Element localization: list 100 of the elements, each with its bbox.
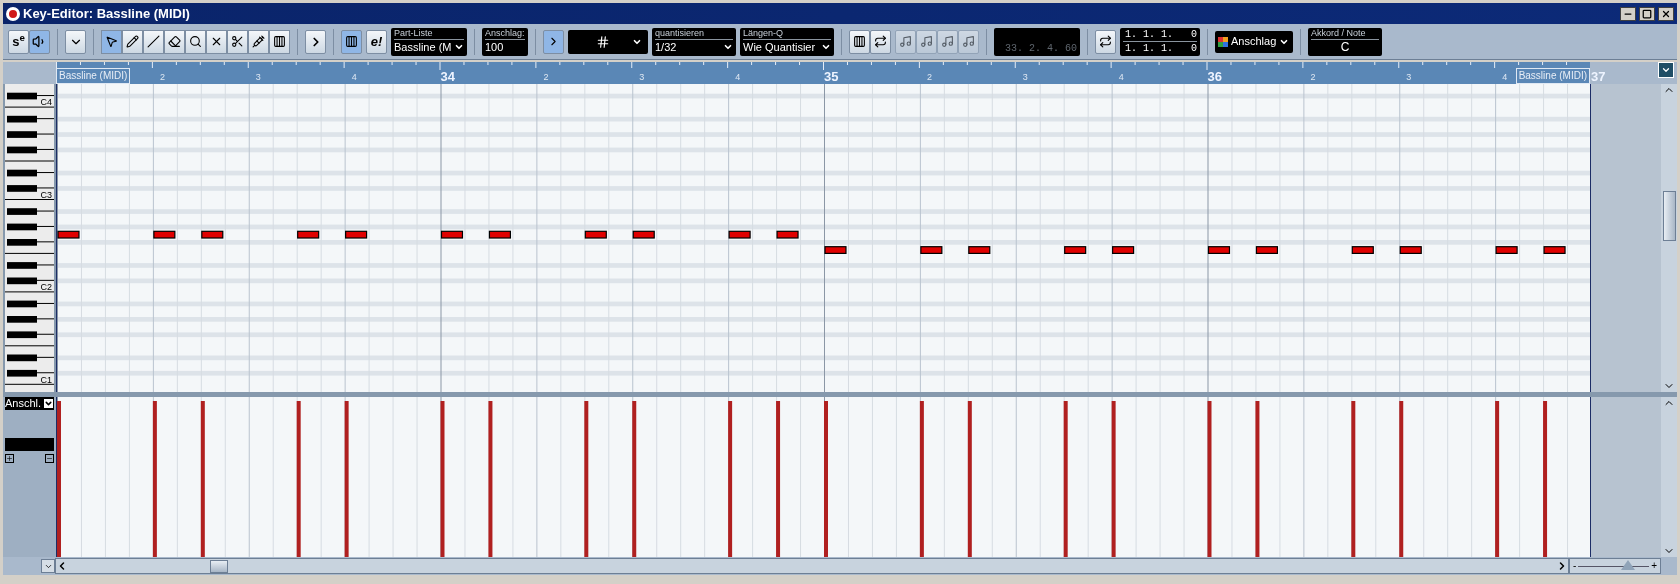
loop-button[interactable] (1095, 29, 1116, 54)
midi-note[interactable] (1207, 246, 1231, 254)
tool-button[interactable] (101, 29, 122, 54)
edit-button[interactable]: e! (366, 29, 387, 54)
ruler-menu-button[interactable] (1658, 62, 1674, 78)
velocity-bar[interactable] (1543, 401, 1548, 557)
midi-note[interactable] (968, 246, 991, 254)
field-value: 100 (485, 39, 504, 55)
color-dropdown[interactable]: Anschlag (1215, 30, 1293, 53)
window-title: Key-Editor: Bassline (MIDI) (23, 4, 190, 23)
tool-button[interactable] (185, 29, 206, 54)
length-quantize-dropdown[interactable]: Längen-Q Wie Quantisier (740, 27, 834, 56)
midi-note[interactable] (1351, 246, 1374, 254)
maximize-icon (1642, 8, 1652, 19)
midi-note[interactable] (488, 230, 511, 239)
maximize-button[interactable] (1639, 6, 1655, 21)
velocity-bar[interactable] (1207, 401, 1212, 557)
velocity-bar[interactable] (440, 401, 445, 557)
midi-note[interactable] (1255, 246, 1278, 254)
midi-note[interactable] (345, 230, 368, 239)
octave-label: C1 (40, 375, 52, 385)
scroll-thumb[interactable] (210, 559, 228, 573)
vertical-scrollbar[interactable] (1661, 397, 1677, 557)
beat-number: 4 (735, 71, 741, 84)
grid-dropdown[interactable] (568, 29, 648, 54)
controller-dropdown[interactable]: Anschl. (5, 397, 54, 410)
tool-button[interactable] (164, 29, 185, 54)
velocity-bar[interactable] (632, 401, 637, 557)
note-icon (941, 35, 954, 48)
close-button[interactable] (1658, 6, 1674, 21)
velocity-bar[interactable] (919, 401, 924, 557)
tool-button[interactable] (206, 29, 227, 54)
part-label: Bassline (MIDI) (56, 68, 131, 84)
velocity-bar[interactable] (1351, 401, 1356, 557)
info-line-button[interactable] (65, 29, 86, 54)
split-button[interactable] (305, 29, 326, 54)
pencil-icon (126, 35, 139, 48)
velocity-bar[interactable] (1063, 401, 1068, 557)
beat-number: 4 (1502, 71, 1508, 84)
midi-note[interactable] (1112, 246, 1135, 254)
velocity-bar[interactable] (1495, 401, 1500, 557)
bar-number: 34 (440, 68, 455, 86)
note-icon (962, 35, 975, 48)
autoscroll-button[interactable] (341, 29, 362, 54)
scissors-icon (231, 35, 244, 48)
velocity-bar[interactable] (488, 401, 493, 557)
tool-button[interactable] (227, 29, 248, 54)
velocity-bar[interactable] (152, 401, 157, 557)
tool-button[interactable] (248, 29, 269, 54)
scroll-down-button[interactable] (41, 559, 55, 573)
beat-number: 2 (159, 71, 165, 84)
midi-note[interactable] (1064, 246, 1087, 254)
midi-note[interactable] (297, 230, 320, 239)
midi-note[interactable] (440, 230, 464, 239)
velocity-bar[interactable] (776, 401, 781, 557)
midi-note[interactable] (920, 246, 943, 254)
velocity-bar[interactable] (344, 401, 349, 557)
field-value: Wie Quantisier (743, 39, 816, 55)
velocity-bar[interactable] (584, 401, 589, 557)
midi-note[interactable] (632, 230, 655, 239)
beat-number: 3 (1022, 71, 1028, 84)
velocity-bar[interactable] (1399, 401, 1404, 557)
add-lane-icon[interactable] (5, 454, 14, 463)
zoom-slider[interactable]: - + (1569, 558, 1661, 574)
part-list-dropdown[interactable]: Part-Liste Bassline (M (391, 27, 467, 56)
midi-note[interactable] (776, 230, 799, 239)
search-icon (189, 35, 202, 48)
midi-note[interactable] (153, 230, 176, 239)
snap-button[interactable] (543, 29, 564, 54)
quantize-dropdown[interactable]: quantisieren 1/32 (652, 27, 736, 56)
minimize-button[interactable] (1620, 6, 1636, 21)
remove-lane-icon[interactable] (45, 454, 54, 463)
tool-button[interactable] (269, 29, 290, 54)
scroll-thumb[interactable] (1662, 191, 1676, 241)
midi-note[interactable] (584, 230, 607, 239)
caret-icon (821, 42, 831, 52)
tool-button[interactable] (122, 29, 143, 54)
velocity-bar[interactable] (296, 401, 301, 557)
part-label: Bassline (MIDI) (1515, 68, 1590, 84)
midi-note[interactable] (57, 230, 80, 239)
velocity-bar[interactable] (1111, 401, 1116, 557)
velocity-bar[interactable] (200, 401, 205, 557)
speaker-button[interactable] (29, 29, 50, 54)
midi-note[interactable] (201, 230, 224, 239)
horizontal-scrollbar[interactable] (55, 558, 1569, 574)
velocity-field[interactable]: Anschlag: 100 (482, 27, 528, 56)
vertical-scrollbar[interactable] (1661, 84, 1677, 392)
velocity-bar[interactable] (967, 401, 972, 557)
octave-label: C3 (40, 190, 52, 200)
velocity-bar[interactable] (728, 401, 733, 557)
solo-edit-button[interactable]: s$^{e}$ (8, 29, 29, 54)
slider-thumb[interactable] (1620, 559, 1635, 570)
velocity-bar[interactable] (1255, 401, 1260, 557)
eraser-icon (168, 35, 181, 48)
step-input-button[interactable] (849, 29, 870, 54)
zoom-out-label: - (1573, 561, 1577, 571)
midi-input-button[interactable] (870, 29, 891, 54)
beat-number: 2 (926, 71, 932, 84)
beat-number: 2 (1310, 71, 1316, 84)
midi-note[interactable] (728, 230, 751, 239)
